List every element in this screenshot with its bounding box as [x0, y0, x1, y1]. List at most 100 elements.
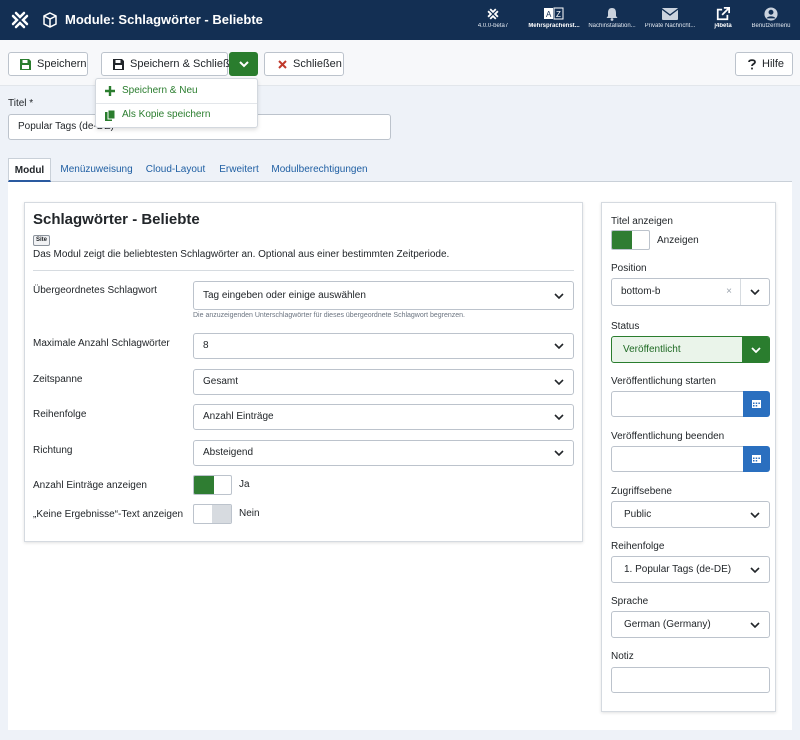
show-title-value: Anzeigen — [657, 235, 699, 246]
tab-permissions[interactable]: Modulberechtigungen — [267, 158, 372, 182]
svg-text:Z: Z — [556, 10, 561, 19]
direction-value: Absteigend — [203, 447, 254, 458]
post-installation-label: Nachinstallation... — [588, 23, 636, 29]
plus-icon — [105, 86, 115, 96]
clear-position-icon[interactable]: × — [726, 279, 732, 305]
parent-tag-select[interactable]: Tag eingeben oder einige auswählen — [193, 281, 574, 310]
chevron-down-icon — [545, 334, 573, 358]
chevron-down-icon — [545, 370, 573, 394]
module-cube-icon — [43, 12, 57, 28]
private-messages-mail-icon — [662, 8, 678, 20]
user-menu-label: Benutzermenü — [751, 23, 791, 29]
publish-down-calendar-button[interactable] — [743, 446, 770, 472]
note-label: Notiz — [611, 651, 634, 662]
ordering-label: Reihenfolge — [611, 541, 665, 552]
publish-down-label: Veröffentlichung beenden — [611, 431, 725, 442]
access-label: Zugriffsebene — [611, 486, 672, 497]
parent-tag-help: Die anzuzeigenden Unterschlagwörter für … — [193, 312, 465, 319]
help-button[interactable]: Hilfe — [735, 52, 793, 76]
publish-down-input[interactable] — [611, 446, 744, 472]
save-copy-item[interactable]: Als Kopie speichern — [96, 103, 257, 127]
user-menu-icon — [764, 7, 778, 21]
top-header: Module: Schlagwörter - Beliebte 4.0.0-be… — [0, 0, 800, 40]
position-select[interactable]: bottom-b × — [611, 278, 770, 306]
chevron-down-icon — [741, 557, 769, 582]
access-value: Public — [624, 509, 652, 520]
language-select[interactable]: German (Germany) — [611, 611, 770, 638]
close-button[interactable]: Schließen — [264, 52, 344, 76]
save-label: Speichern — [37, 58, 87, 70]
chevron-down-icon — [742, 337, 769, 362]
save-close-label: Speichern & Schließen — [130, 58, 242, 70]
tab-cloud-layout[interactable]: Cloud-Layout — [140, 158, 211, 182]
help-label: Hilfe — [762, 58, 785, 70]
user-menu-item[interactable]: Benutzermenü — [743, 7, 799, 39]
save-new-item[interactable]: Speichern & Neu — [96, 79, 257, 103]
multilingual-status-label: Mehrsprachenst... — [528, 23, 580, 29]
status-value: Veröffentlicht — [623, 344, 681, 355]
tab-menu-assignment[interactable]: Menüzuweisung — [53, 158, 140, 182]
divider — [33, 270, 574, 271]
module-heading: Schlagwörter - Beliebte — [33, 211, 200, 228]
timeframe-value: Gesamt — [203, 376, 239, 387]
publish-up-input[interactable] — [611, 391, 744, 417]
page-title: Module: Schlagwörter - Beliebte — [65, 12, 263, 27]
save-copy-label: Als Kopie speichern — [122, 109, 211, 120]
multilingual-status-item[interactable]: AZ Mehrsprachenst... — [526, 7, 582, 39]
publish-up-calendar-button[interactable] — [743, 391, 770, 417]
calendar-icon — [752, 400, 761, 408]
max-tags-value: 8 — [203, 340, 209, 351]
chevron-down-icon — [545, 441, 573, 465]
status-select[interactable]: Veröffentlicht — [611, 336, 770, 363]
show-count-value: Ja — [239, 479, 250, 490]
calendar-icon — [752, 455, 761, 463]
save-options-toggle[interactable] — [229, 52, 258, 76]
chevron-down-icon — [545, 282, 573, 309]
language-label: Sprache — [611, 596, 649, 607]
save-new-label: Speichern & Neu — [122, 85, 198, 96]
copy-icon — [105, 110, 115, 121]
post-installation-item[interactable]: Nachinstallation... — [584, 7, 640, 39]
direction-label: Richtung — [33, 445, 73, 456]
joomla-version-label: 4.0.0-beta7 — [477, 23, 509, 29]
timeframe-select[interactable]: Gesamt — [193, 369, 574, 395]
chevron-down-icon — [545, 405, 573, 429]
show-title-toggle[interactable] — [611, 230, 650, 250]
joomla-version-icon — [487, 8, 499, 20]
parent-tag-placeholder: Tag eingeben oder einige auswählen — [203, 290, 366, 301]
parent-tag-label: Übergeordnetes Schlagwort — [33, 285, 157, 296]
chevron-down-icon — [239, 61, 249, 68]
access-select[interactable]: Public — [611, 501, 770, 528]
show-count-toggle[interactable] — [193, 475, 232, 495]
title-label: Titel * — [8, 98, 34, 109]
multilingual-status-icon: AZ — [544, 7, 564, 20]
module-description: Das Modul zeigt die beliebtesten Schlagw… — [33, 249, 450, 260]
direction-select[interactable]: Absteigend — [193, 440, 574, 466]
ordering-value: 1. Popular Tags (de-DE) — [624, 564, 732, 575]
svg-text:A: A — [546, 10, 552, 19]
show-count-label: Anzahl Einträge anzeigen — [33, 480, 147, 491]
chevron-down-icon — [741, 502, 769, 527]
private-messages-item[interactable]: Private Nachricht... — [642, 7, 698, 39]
close-x-icon — [278, 60, 287, 69]
position-value: bottom-b — [621, 286, 661, 297]
max-tags-select[interactable]: 8 — [193, 333, 574, 359]
publish-up-label: Veröffentlichung starten — [611, 376, 716, 387]
ordering-select[interactable]: 1. Popular Tags (de-DE) — [611, 556, 770, 583]
no-results-toggle[interactable] — [193, 504, 232, 524]
tab-advanced[interactable]: Erweitert — [212, 158, 266, 182]
order-select[interactable]: Anzahl Einträge — [193, 404, 574, 430]
note-input[interactable] — [611, 667, 770, 693]
joomla-version-item[interactable]: 4.0.0-beta7 — [465, 7, 521, 39]
show-title-label: Titel anzeigen — [611, 216, 673, 227]
tab-modul[interactable]: Modul — [8, 158, 51, 182]
joomla-logo-icon[interactable] — [10, 10, 30, 30]
close-label: Schließen — [293, 58, 342, 70]
floppy-disk-icon — [20, 59, 31, 70]
chevron-down-icon — [741, 279, 769, 305]
question-mark-icon — [748, 59, 756, 70]
save-button[interactable]: Speichern — [8, 52, 88, 76]
save-close-button[interactable]: Speichern & Schließen — [101, 52, 242, 76]
floppy-disk-icon — [113, 59, 124, 70]
no-results-label: „Keine Ergebnisse“-Text anzeigen — [33, 509, 184, 520]
